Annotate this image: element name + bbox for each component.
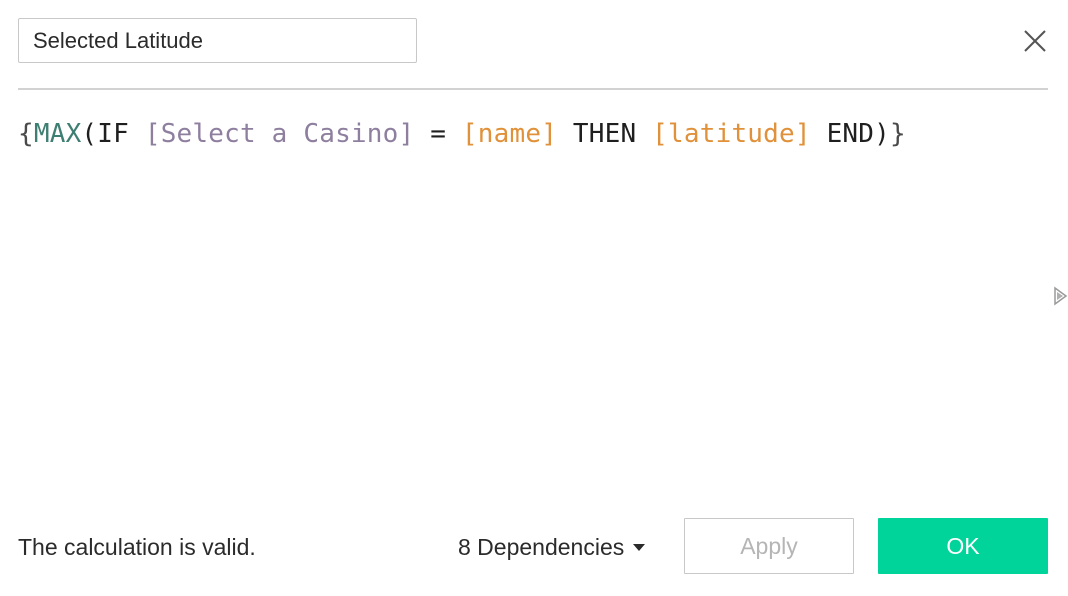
caret-right-icon bbox=[1054, 286, 1068, 306]
close-button[interactable] bbox=[1018, 24, 1052, 58]
formula-token-keyword-then: THEN bbox=[557, 119, 653, 149]
formula-token-brace-open: { bbox=[18, 119, 34, 149]
calculation-editor-dialog: {MAX(IF [Select a Casino] = [name] THEN … bbox=[0, 0, 1068, 596]
formula-token-parameter: [Select a Casino] bbox=[144, 119, 415, 149]
caret-down-icon bbox=[633, 544, 646, 551]
validation-status: The calculation is valid. bbox=[18, 534, 256, 560]
formula-token-keyword: (IF bbox=[81, 119, 145, 149]
dependencies-label: 8 Dependencies bbox=[458, 533, 625, 560]
formula-token-field-name: [name] bbox=[461, 119, 558, 149]
formula-editor[interactable]: {MAX(IF [Select a Casino] = [name] THEN … bbox=[18, 114, 1028, 474]
formula-token-field-latitude: [latitude] bbox=[652, 119, 811, 149]
dependencies-dropdown[interactable]: 8 Dependencies bbox=[458, 530, 646, 564]
close-icon bbox=[1024, 30, 1046, 52]
formula-token-function: MAX bbox=[33, 119, 82, 149]
formula-token-brace-close: } bbox=[890, 119, 906, 149]
header-divider bbox=[18, 88, 1048, 90]
apply-button[interactable]: Apply bbox=[684, 518, 854, 574]
formula-token-operator: = bbox=[414, 119, 462, 149]
side-panel-toggle[interactable] bbox=[1052, 286, 1068, 306]
ok-button[interactable]: OK bbox=[878, 518, 1048, 574]
formula-token-keyword-end: END) bbox=[810, 119, 890, 149]
calculation-name-input[interactable] bbox=[18, 18, 417, 63]
